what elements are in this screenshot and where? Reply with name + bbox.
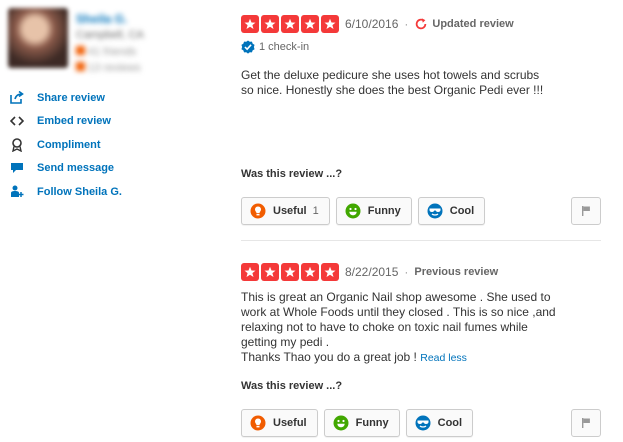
- star-icon: [261, 15, 279, 33]
- useful-button[interactable]: Useful: [241, 409, 318, 437]
- useful-count: 1: [312, 205, 319, 217]
- useful-icon: [250, 203, 266, 219]
- separator-dot: ·: [404, 265, 409, 279]
- send-message-label: Send message: [37, 162, 115, 175]
- useful-icon: [250, 415, 266, 431]
- funny-label: Funny: [367, 205, 401, 217]
- useful-button[interactable]: Useful 1: [241, 197, 330, 225]
- share-review-link[interactable]: Share review: [8, 86, 188, 110]
- star-rating: [241, 263, 339, 281]
- refresh-icon: [416, 18, 427, 30]
- review-divider: [241, 240, 601, 241]
- share-review-label: Share review: [37, 91, 105, 104]
- star-icon: [321, 15, 339, 33]
- embed-review-label: Embed review: [37, 115, 111, 128]
- review-text: Get the deluxe pedicure she uses hot tow…: [241, 68, 601, 98]
- funny-icon: [345, 203, 361, 219]
- review-header: 6/10/2016 · Updated review: [241, 14, 601, 34]
- star-icon: [301, 15, 319, 33]
- embed-icon: [8, 114, 26, 128]
- funny-label: Funny: [355, 417, 389, 429]
- star-icon: [241, 15, 259, 33]
- embed-review-link[interactable]: Embed review: [8, 110, 188, 134]
- vote-buttons: Useful Funny Cool: [241, 409, 601, 437]
- checkin-text: 1 check-in: [259, 41, 310, 53]
- follow-icon: [8, 185, 26, 199]
- review-date: 8/22/2015: [345, 265, 399, 279]
- cool-icon: [427, 203, 443, 219]
- review-previous: 8/22/2015 · Previous review This is grea…: [241, 262, 601, 437]
- review-text-line: This is great an Organic Nail shop aweso…: [241, 290, 551, 304]
- flag-review-button[interactable]: [571, 197, 601, 225]
- follow-user-link[interactable]: Follow Sheila G.: [8, 180, 188, 204]
- funny-icon: [333, 415, 349, 431]
- checkin-badge-icon: [241, 40, 255, 54]
- useful-label: Useful: [273, 205, 307, 217]
- review-text-last: Thanks Thao you do a great job !: [241, 350, 421, 364]
- message-icon: [8, 161, 26, 175]
- flag-review-button[interactable]: [571, 409, 601, 437]
- review-text-line: Thanks Thao you do a great job ! Read le…: [241, 350, 601, 366]
- status-text: Updated review: [432, 18, 514, 30]
- previous-review-label: Previous review: [414, 266, 499, 278]
- review-text: This is great an Organic Nail shop aweso…: [241, 290, 601, 366]
- user-reviews-count: 13 reviews: [76, 62, 141, 74]
- share-icon: [8, 91, 26, 105]
- funny-button[interactable]: Funny: [323, 409, 400, 437]
- funny-button[interactable]: Funny: [335, 197, 412, 225]
- review-text-line: work at Whole Foods until they closed . …: [241, 305, 556, 319]
- review-updated: 6/10/2016 · Updated review 1 check-in Ge…: [241, 14, 601, 225]
- updated-review-label: Updated review: [414, 17, 514, 31]
- friends-icon: [76, 46, 85, 55]
- compliment-label: Compliment: [37, 138, 101, 151]
- send-message-link[interactable]: Send message: [8, 157, 188, 181]
- star-rating: [241, 15, 339, 33]
- review-date: 6/10/2016: [345, 17, 399, 31]
- star-icon: [281, 15, 299, 33]
- useful-label: Useful: [273, 417, 307, 429]
- reviews-icon: [76, 62, 85, 71]
- compliment-icon: [8, 137, 26, 152]
- user-name[interactable]: Sheila G.: [76, 12, 127, 26]
- star-icon: [321, 263, 339, 281]
- follow-user-label: Follow Sheila G.: [37, 185, 122, 198]
- cool-icon: [415, 415, 431, 431]
- review-actions: Share review Embed review Compliment Sen…: [8, 86, 188, 204]
- flag-icon: [582, 206, 590, 216]
- cool-button[interactable]: Cool: [417, 197, 486, 225]
- user-friends-count: 41 friends: [76, 46, 136, 58]
- review-header: 8/22/2015 · Previous review: [241, 262, 601, 282]
- review-text-line: relaxing not to have to choke on toxic n…: [241, 320, 528, 334]
- cool-button[interactable]: Cool: [405, 409, 474, 437]
- compliment-link[interactable]: Compliment: [8, 133, 188, 157]
- review-text-line: getting my pedi .: [241, 335, 330, 349]
- review-text-line: Get the deluxe pedicure she uses hot tow…: [241, 68, 540, 82]
- star-icon: [281, 263, 299, 281]
- vote-prompt: Was this review ...?: [241, 380, 343, 392]
- user-location: Campbell, CA: [76, 29, 144, 41]
- review-text-line: so nice. Honestly she does the best Orga…: [241, 83, 544, 97]
- user-avatar[interactable]: [8, 8, 68, 68]
- checkin-info: 1 check-in: [241, 40, 601, 54]
- star-icon: [261, 263, 279, 281]
- cool-label: Cool: [437, 417, 463, 429]
- star-icon: [241, 263, 259, 281]
- user-passport: Sheila G. Campbell, CA 41 friends 13 rev…: [8, 8, 188, 84]
- read-less-link[interactable]: Read less: [420, 352, 467, 364]
- separator-dot: ·: [404, 17, 409, 31]
- vote-buttons: Useful 1 Funny Cool: [241, 197, 601, 225]
- vote-prompt: Was this review ...?: [241, 168, 343, 180]
- flag-icon: [582, 418, 590, 428]
- star-icon: [301, 263, 319, 281]
- cool-label: Cool: [449, 205, 475, 217]
